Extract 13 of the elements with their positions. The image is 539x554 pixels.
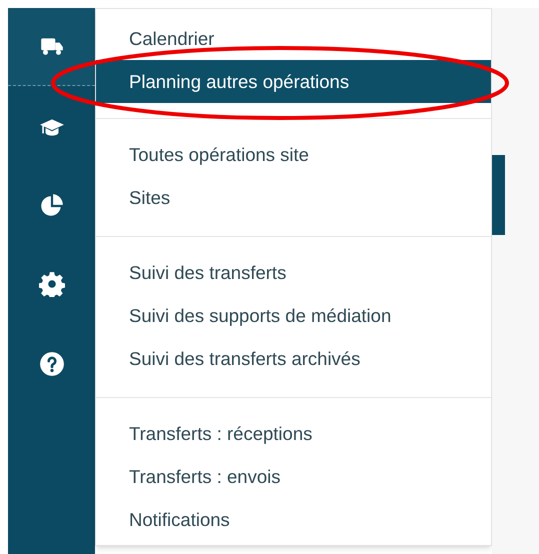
menu-item[interactable]: Suivi des supports de médiation (96, 294, 491, 337)
menu-item[interactable]: Transferts : réceptions (96, 412, 491, 455)
menu-item[interactable]: Sites (96, 176, 491, 219)
menu-item[interactable]: Transferts : envois (96, 455, 491, 498)
menu-item[interactable]: Suivi des transferts archivés (96, 337, 491, 380)
menu-item[interactable]: Notifications (96, 498, 491, 541)
menu-item[interactable]: Calendrier (96, 17, 491, 60)
menu-item[interactable]: Planning autres opérations (96, 60, 491, 103)
menu-item[interactable]: Toutes opérations site (96, 133, 491, 176)
sidebar-item[interactable] (8, 8, 95, 86)
settings-icon (38, 271, 64, 297)
help-icon (38, 351, 64, 377)
menu-item[interactable]: Suivi des transferts (96, 251, 491, 294)
